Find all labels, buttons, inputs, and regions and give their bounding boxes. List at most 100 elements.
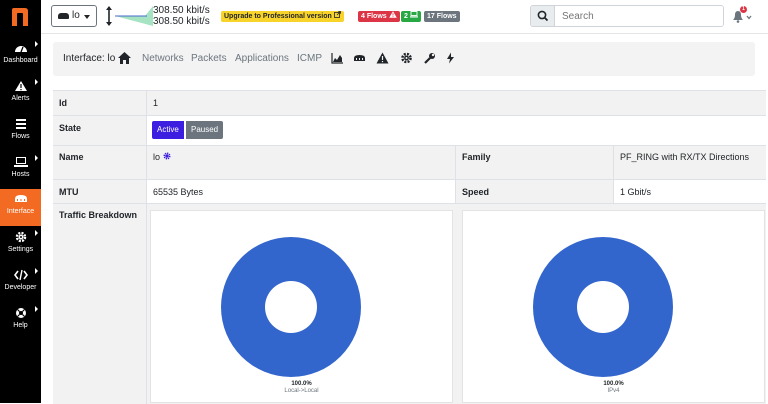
laptop-icon xyxy=(13,157,28,167)
sidebar-item-flows[interactable]: Flows xyxy=(0,114,41,151)
warning-icon[interactable] xyxy=(376,52,389,64)
family-value: PF_RING with RX/TX Directions xyxy=(614,146,766,179)
sidebar-item-label: Developer xyxy=(4,284,37,291)
external-link-icon xyxy=(333,11,341,18)
search-input[interactable] xyxy=(556,6,723,26)
area-chart-icon[interactable] xyxy=(331,52,344,64)
table-row: Name lo Family PF_RING with RX/TX Direct… xyxy=(53,146,766,180)
ip-version-chart: 100.0% IPv4 xyxy=(462,210,765,403)
tab-packets[interactable]: Packets xyxy=(191,53,227,64)
home-icon[interactable] xyxy=(117,51,132,65)
caret-right-icon xyxy=(35,230,38,236)
search-icon xyxy=(537,10,549,22)
local-hosts-count: 2 xyxy=(404,13,408,20)
gear-icon[interactable] xyxy=(163,152,171,160)
sidebar-item-developer[interactable]: Developer xyxy=(0,265,41,302)
sidebar-item-label: Alerts xyxy=(11,95,30,102)
speed-label: Speed xyxy=(456,180,614,203)
upgrade-label: Upgrade to Professional version xyxy=(224,13,332,20)
state-value xyxy=(147,116,766,145)
gear-icon[interactable] xyxy=(400,52,413,64)
sidebar-item-hosts[interactable]: Hosts xyxy=(0,152,41,189)
sidebar-item-label: Settings xyxy=(7,246,34,253)
ethernet-icon xyxy=(14,195,27,202)
ethernet-icon xyxy=(58,13,69,19)
interface-selector-value: lo xyxy=(72,10,80,21)
interface-name: lo xyxy=(153,152,161,162)
mtu-value: 65535 Bytes xyxy=(147,180,456,203)
pie-category-label: IPv4 xyxy=(607,388,620,394)
upload-rate: 308.50 kbit/s xyxy=(153,5,210,16)
hdd-icon[interactable] xyxy=(353,52,366,64)
tab-icmp[interactable]: ICMP xyxy=(297,53,322,64)
tab-networks[interactable]: Networks xyxy=(142,53,184,64)
caret-right-icon xyxy=(35,155,38,161)
sidebar-item-label: Dashboard xyxy=(3,57,38,64)
table-row: Id 1 xyxy=(53,91,766,116)
donut-hole xyxy=(577,281,629,333)
table-row: MTU 65535 Bytes Speed 1 Gbit/s xyxy=(53,180,766,204)
caret-right-icon xyxy=(35,41,38,47)
family-label: Family xyxy=(456,146,614,179)
donut-hole xyxy=(265,281,317,333)
gear-icon xyxy=(15,231,26,243)
state-label: State xyxy=(53,116,147,145)
notifications-button[interactable]: 1 xyxy=(731,6,753,25)
total-flows-badge[interactable]: 17 Flows xyxy=(424,11,460,22)
sidebar-item-interface[interactable]: Interface xyxy=(0,189,41,226)
list-icon xyxy=(15,119,26,129)
tab-applications[interactable]: Applications xyxy=(235,53,289,64)
wrench-icon[interactable] xyxy=(423,52,436,64)
sidebar-item-dashboard[interactable]: Dashboard xyxy=(0,38,41,75)
up-down-arrow-icon xyxy=(106,6,112,26)
flow-alerts-label: 4 Flows xyxy=(361,13,387,20)
sidebar-item-label: Help xyxy=(13,322,28,329)
search-button[interactable] xyxy=(531,6,555,26)
top-bar: lo 308.50 kbit/s 308.50 kbit/s Upgrade t… xyxy=(41,0,768,34)
search-box xyxy=(530,5,724,27)
gauge-icon xyxy=(14,46,27,53)
pie-chart-svg xyxy=(533,237,673,377)
throughput-rates: 308.50 kbit/s 308.50 kbit/s xyxy=(153,5,210,27)
pie-percent-label: 100.0% xyxy=(291,381,312,387)
pie-percent-label: 100.0% xyxy=(603,381,624,387)
sidebar: Dashboard Alerts Flows Hosts Interface S… xyxy=(0,0,41,403)
laptop-icon xyxy=(409,11,418,18)
sidebar-item-settings[interactable]: Settings xyxy=(0,227,41,264)
state-paused-button[interactable]: Paused xyxy=(186,121,224,139)
notification-count-badge: 1 xyxy=(740,6,747,13)
warning-icon xyxy=(388,11,397,18)
upgrade-badge[interactable]: Upgrade to Professional version xyxy=(221,11,344,22)
name-label: Name xyxy=(53,146,147,179)
sidebar-item-label: Interface xyxy=(6,208,35,215)
caret-right-icon xyxy=(35,268,38,274)
id-label: Id xyxy=(53,91,147,115)
pie-chart-svg xyxy=(221,237,361,377)
speed-value: 1 Gbit/s xyxy=(614,180,766,203)
interface-selector[interactable]: lo xyxy=(51,5,97,27)
traffic-direction-chart: 100.0% Local->Local xyxy=(150,210,453,403)
sidebar-item-alerts[interactable]: Alerts xyxy=(0,76,41,113)
page-title: Interface: lo xyxy=(63,53,116,64)
flow-alerts-badge[interactable]: 4 Flows xyxy=(358,11,400,22)
chevron-down-icon xyxy=(84,15,90,19)
id-value: 1 xyxy=(147,91,766,115)
sidebar-item-help[interactable]: Help xyxy=(0,303,41,340)
download-rate: 308.50 kbit/s xyxy=(153,16,210,27)
code-icon xyxy=(13,269,28,281)
caret-right-icon xyxy=(35,79,38,85)
interface-subnav: Interface: lo Networks Packets Applicati… xyxy=(53,42,755,76)
pie-category-label: Local->Local xyxy=(284,388,319,394)
name-value: lo xyxy=(147,146,456,179)
warning-icon xyxy=(14,81,27,91)
lifebuoy-icon xyxy=(15,308,26,318)
state-active-button[interactable]: Active xyxy=(152,121,184,139)
local-hosts-badge[interactable]: 2 xyxy=(401,11,421,22)
mtu-label: MTU xyxy=(53,180,147,203)
sidebar-item-label: Hosts xyxy=(11,171,30,178)
caret-right-icon xyxy=(35,306,38,312)
sidebar-item-label: Flows xyxy=(11,133,30,140)
ntopng-logo[interactable] xyxy=(10,6,30,28)
bolt-icon[interactable] xyxy=(444,52,457,64)
traffic-breakdown-label: Traffic Breakdown xyxy=(53,204,147,404)
